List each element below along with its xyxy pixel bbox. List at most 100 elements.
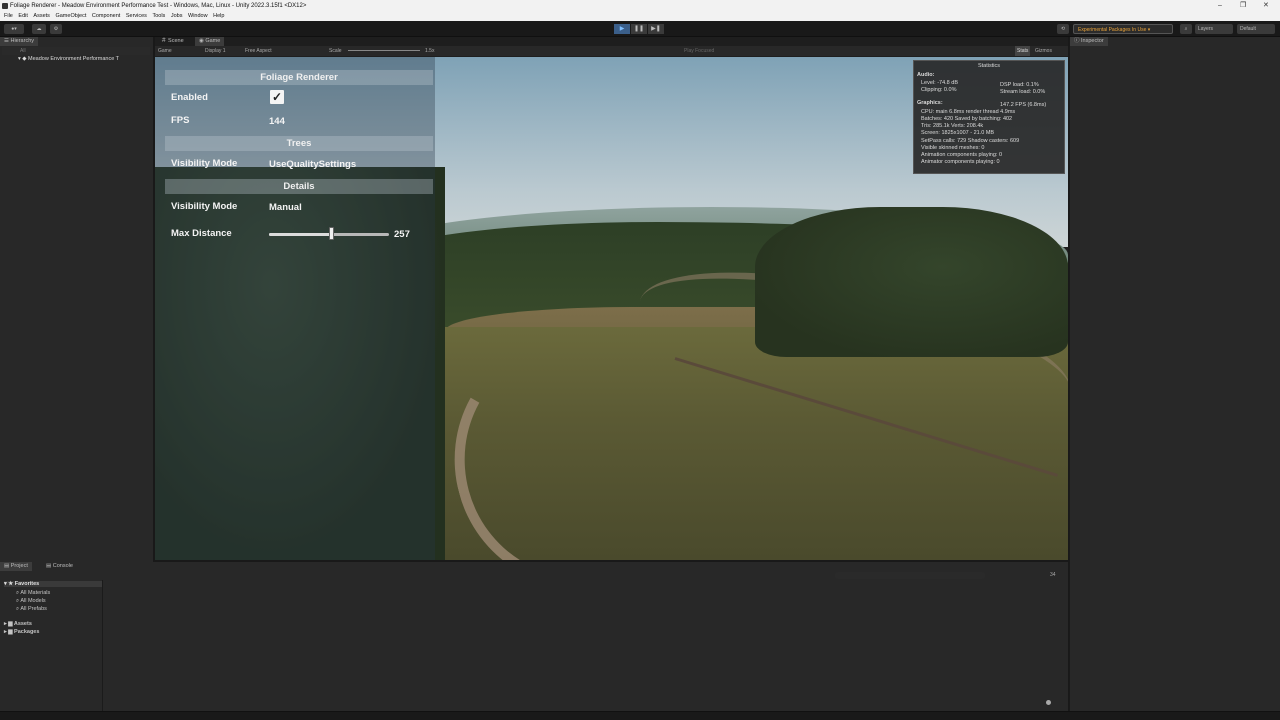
stats-setpass: SetPass calls: 729 Shadow casters: 609 <box>921 138 1020 144</box>
project-panel: ▤ Project ▤ Console 34 <box>0 562 1068 711</box>
menu-gameobject[interactable]: GameObject <box>55 13 86 19</box>
tab-console-label: Console <box>52 563 73 569</box>
max-distance-fill <box>269 233 332 236</box>
play-mode-dropdown[interactable]: Play Focused <box>684 46 714 56</box>
project-search-input[interactable] <box>835 572 985 579</box>
menu-jobs[interactable]: Jobs <box>171 13 183 19</box>
account-button[interactable]: ●▾ <box>4 24 24 34</box>
favorites-all-materials[interactable]: ⌕ All Materials <box>16 590 50 597</box>
all-models-label: All Models <box>20 598 46 604</box>
trees-visibility-label: Visibility Mode <box>171 158 238 169</box>
scale-label: Scale <box>329 48 342 54</box>
project-divider <box>102 580 103 711</box>
game-view-dropdown[interactable]: Game <box>158 46 172 56</box>
trees-header: Trees <box>165 136 433 151</box>
max-distance-handle[interactable] <box>329 227 335 240</box>
unity-app-icon <box>2 3 8 9</box>
cloud-icon[interactable]: ☁ <box>32 24 46 34</box>
statistics-panel: Statistics Audio: Level: -74.8 dB DSP lo… <box>913 60 1065 174</box>
foliage-renderer-panel: Foliage Renderer Enabled ✓ FPS 144 Trees… <box>165 68 433 248</box>
hierarchy-tab-label: Hierarchy <box>10 38 35 44</box>
project-count: 34 <box>1050 572 1056 578</box>
stats-stream: Stream load: 0.0% <box>1000 89 1046 95</box>
play-button[interactable]: ▶ <box>614 24 630 34</box>
menu-window[interactable]: Window <box>188 13 208 19</box>
menu-edit[interactable]: Edit <box>18 13 27 19</box>
menu-component[interactable]: Component <box>92 13 120 19</box>
details-visibility-label: Visibility Mode <box>171 201 238 212</box>
hierarchy-search-placeholder: All <box>20 48 26 54</box>
history-icon[interactable]: ⟲ <box>1057 24 1069 34</box>
main-toolbar: ●▾ ☁ ⚙ ▶ ❚❚ ▶❚ ⟲ Experimental Packages I… <box>0 21 1280 37</box>
hierarchy-search[interactable]: All <box>2 47 150 55</box>
menu-file[interactable]: File <box>4 13 13 19</box>
favorites-all-prefabs[interactable]: ⌕ All Prefabs <box>16 606 47 613</box>
hierarchy-tab[interactable]: ☰ Hierarchy <box>0 37 39 46</box>
menu-help[interactable]: Help <box>213 13 224 19</box>
tab-project[interactable]: ▤ Project <box>0 562 32 571</box>
hierarchy-panel: ☰ Hierarchy All ▾ ◆ Meadow Environment P… <box>0 37 153 562</box>
layout-dropdown[interactable]: Default <box>1237 24 1275 34</box>
gizmos-button[interactable]: Gizmos <box>1035 46 1052 56</box>
menu-assets[interactable]: Assets <box>33 13 50 19</box>
display-dropdown[interactable]: Display 1 <box>205 46 226 56</box>
aspect-dropdown[interactable]: Free Aspect <box>245 46 272 56</box>
window-title: Foliage Renderer - Meadow Environment Pe… <box>10 3 307 9</box>
maximize-button[interactable]: ❐ <box>1240 0 1246 12</box>
window-title-bar: Foliage Renderer - Meadow Environment Pe… <box>0 0 1280 12</box>
menu-tools[interactable]: Tools <box>152 13 165 19</box>
tree-cluster-right <box>755 207 1068 357</box>
fps-label: FPS <box>171 115 190 126</box>
tab-game[interactable]: ◉ Game <box>195 37 225 46</box>
scale-value: 1.5x <box>425 48 435 54</box>
stats-button[interactable]: Stats <box>1015 46 1031 56</box>
inspector-panel: ⓘ Inspector <box>1069 37 1280 711</box>
assets-folder[interactable]: ▸ ▆ Assets <box>4 621 32 627</box>
experimental-packages-dropdown[interactable]: Experimental Packages In Use ▾ <box>1073 24 1173 34</box>
stats-clipping: Clipping: 0.0% <box>921 87 957 93</box>
max-distance-value: 257 <box>394 229 410 240</box>
favorites-item[interactable]: ▾ ★ Favorites <box>4 581 102 587</box>
close-button[interactable]: ✕ <box>1263 0 1269 12</box>
layers-dropdown[interactable]: Layers <box>1195 24 1233 34</box>
search-icon[interactable]: ⌕ <box>1180 24 1192 34</box>
stats-screen: Screen: 1825x1007 - 21.0 MB <box>921 130 995 136</box>
stats-cpu: CPU: main 6.8ms render thread 4.9ms <box>921 109 1016 115</box>
play-controls: ▶ ❚❚ ▶❚ <box>614 24 666 34</box>
fps-value: 144 <box>269 116 285 127</box>
tab-scene[interactable]: ＃ Scene <box>157 37 188 46</box>
hierarchy-scene-item[interactable]: ▾ ◆ Meadow Environment Performance T <box>18 56 119 62</box>
inspector-tab-label: Inspector <box>1081 38 1104 44</box>
stats-animation: Animation components playing: 0 <box>921 152 1003 158</box>
status-bar <box>0 711 1280 720</box>
trees-visibility-value[interactable]: UseQualitySettings <box>269 159 356 170</box>
stats-fps: 147.2 FPS (6.8ms) <box>1000 102 1047 108</box>
thumbnail-size-slider[interactable] <box>1046 700 1051 705</box>
tab-console[interactable]: ▤ Console <box>42 562 77 571</box>
scene-item-label: Meadow Environment Performance T <box>28 56 120 62</box>
details-visibility-value[interactable]: Manual <box>269 202 302 213</box>
stats-batches: Batches: 420 Saved by batching: 402 <box>921 116 1013 122</box>
details-header: Details <box>165 179 433 194</box>
enabled-label: Enabled <box>171 92 208 103</box>
stats-tris: Tris: 285.1k Verts: 208.4k <box>921 123 984 129</box>
scale-slider[interactable] <box>348 50 420 51</box>
menu-bar: File Edit Assets GameObject Component Se… <box>0 12 1280 21</box>
minimize-button[interactable]: – <box>1218 0 1222 12</box>
all-prefabs-label: All Prefabs <box>20 606 47 612</box>
packages-label: Packages <box>14 629 40 635</box>
step-button[interactable]: ▶❚ <box>648 24 664 34</box>
foliage-title: Foliage Renderer <box>165 70 433 85</box>
stats-audio-header: Audio: <box>917 72 935 78</box>
favorites-all-models[interactable]: ⌕ All Models <box>16 598 46 605</box>
tab-project-label: Project <box>10 563 28 569</box>
menu-services[interactable]: Services <box>126 13 147 19</box>
all-materials-label: All Materials <box>20 590 51 596</box>
game-view-toolbar: Game Display 1 Free Aspect Scale 1.5x Pl… <box>155 46 1068 56</box>
pause-button[interactable]: ❚❚ <box>631 24 647 34</box>
stats-animator: Animator components playing: 0 <box>921 159 1000 165</box>
inspector-tab[interactable]: ⓘ Inspector <box>1070 37 1108 46</box>
collab-icon[interactable]: ⚙ <box>50 24 62 34</box>
packages-folder[interactable]: ▸ ▆ Packages <box>4 629 39 635</box>
enabled-checkbox[interactable]: ✓ <box>270 90 284 104</box>
